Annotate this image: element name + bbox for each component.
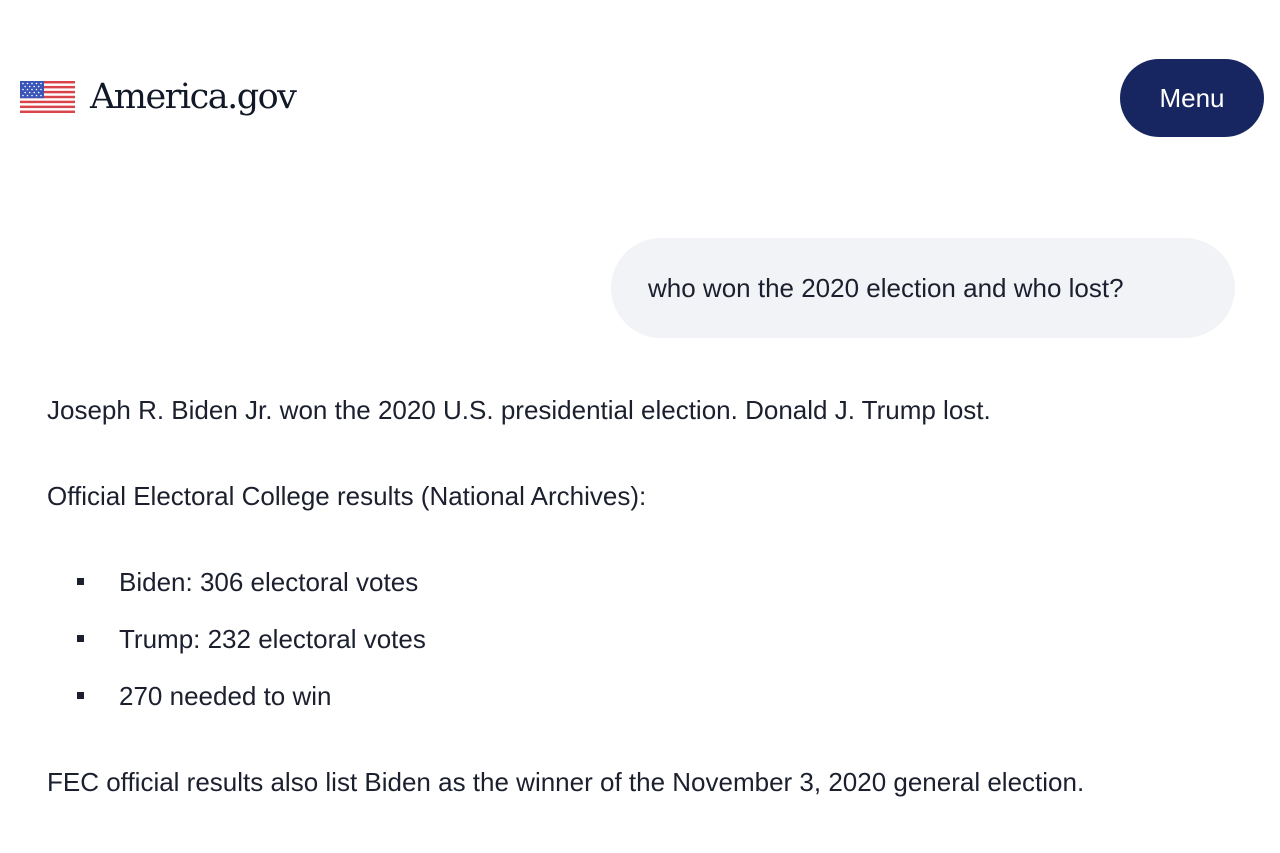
list-item: 270 needed to win (47, 676, 426, 733)
brand-name: America.gov (90, 77, 297, 117)
bullet-marker (77, 578, 84, 585)
response-paragraph: Official Electoral College results (Nati… (47, 481, 647, 511)
menu-button[interactable]: Menu (1120, 59, 1264, 137)
list-item-text: 270 needed to win (119, 681, 332, 711)
user-message-bubble: who won the 2020 election and who lost? (611, 238, 1235, 338)
list-item: Trump: 232 electoral votes (47, 619, 426, 676)
brand-logo-link[interactable]: America.gov (20, 72, 297, 122)
response-paragraph: FEC official results also list Biden as … (47, 767, 1085, 797)
list-item-text: Biden: 306 electoral votes (119, 567, 419, 597)
bullet-marker (77, 692, 84, 699)
response-paragraph: Joseph R. Biden Jr. won the 2020 U.S. pr… (47, 395, 991, 425)
results-list: Biden: 306 electoral votes Trump: 232 el… (47, 562, 426, 733)
user-message-text: who won the 2020 election and who lost? (648, 272, 1124, 303)
bullet-marker (77, 635, 84, 642)
us-flag-icon (20, 81, 75, 113)
site-header: America.gov Menu (0, 0, 1280, 190)
list-item-text: Trump: 232 electoral votes (119, 624, 426, 654)
list-item: Biden: 306 electoral votes (47, 562, 426, 619)
